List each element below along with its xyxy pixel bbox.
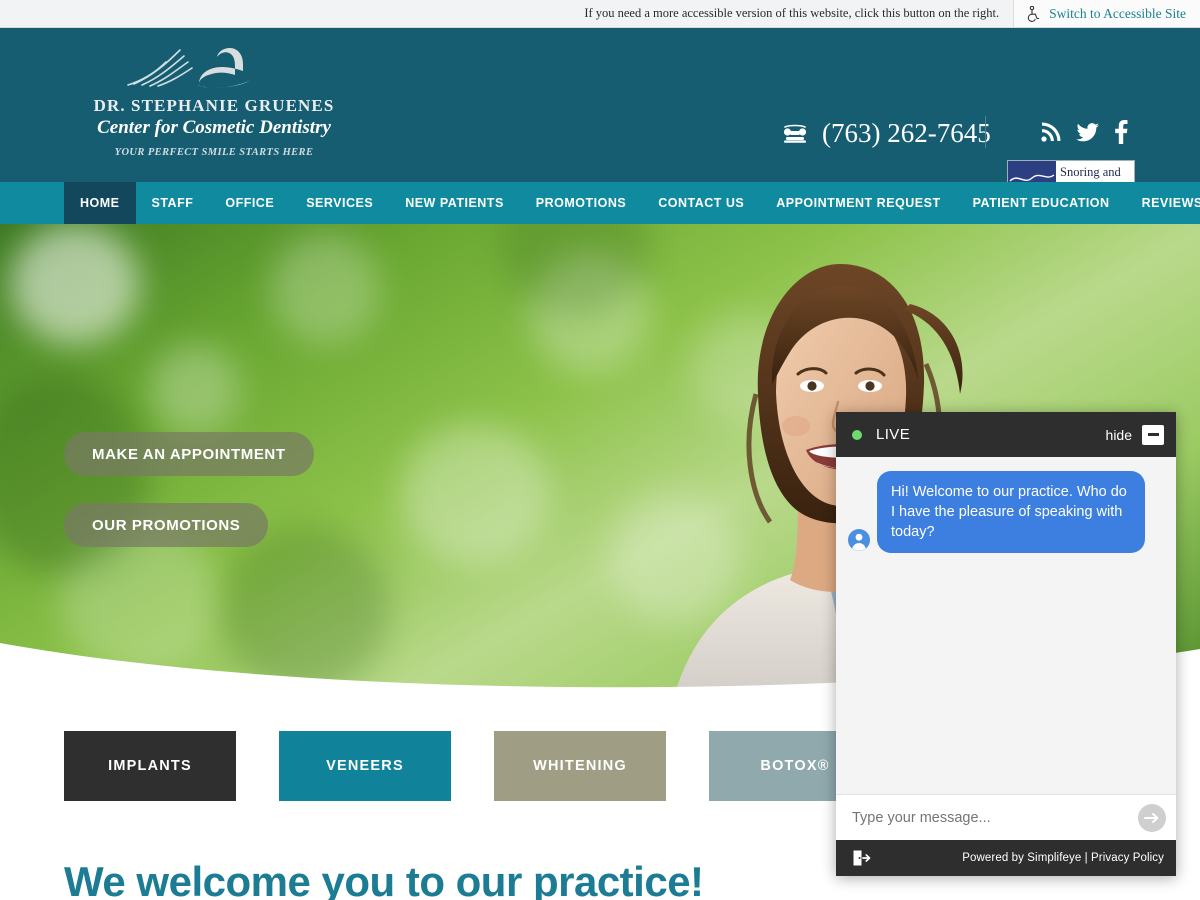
chat-message-input[interactable] (852, 809, 1138, 826)
make-an-appointment-button[interactable]: MAKE AN APPOINTMENT (64, 432, 314, 476)
wheelchair-icon (1027, 5, 1040, 22)
chat-message: Hi! Welcome to our practice. Who do I ha… (848, 471, 1162, 553)
chat-send-button[interactable] (1138, 803, 1166, 832)
nav-item-promotions[interactable]: PROMOTIONS (520, 182, 642, 224)
rss-icon[interactable] (1040, 121, 1062, 143)
nav-item-patient-education[interactable]: PATIENT EDUCATION (957, 182, 1126, 224)
chat-minimize-button[interactable] (1142, 424, 1164, 445)
service-tiles: IMPLANTS VENEERS WHITENING BOTOX® (64, 731, 881, 801)
our-promotions-button[interactable]: OUR PROMOTIONS (64, 503, 269, 547)
chat-footer-credit[interactable]: Powered by Simplifeye | Privacy Policy (962, 852, 1164, 864)
service-tile-whitening[interactable]: WHITENING (494, 731, 666, 801)
chat-footer: Powered by Simplifeye | Privacy Policy (836, 840, 1176, 876)
service-tile-veneers[interactable]: VENEERS (279, 731, 451, 801)
chat-status-dot (852, 429, 862, 440)
nav-item-staff[interactable]: STAFF (136, 182, 210, 224)
main-navigation: HOME STAFF OFFICE SERVICES NEW PATIENTS PROMO… (0, 182, 1200, 224)
telephone-icon (783, 124, 807, 143)
sleep-badge-line1: Snoring and (1060, 165, 1121, 179)
header-phone[interactable]: (763) 262-7645 (782, 118, 991, 149)
logo-tagline: YOUR PERFECT SMILE STARTS HERE (114, 147, 314, 158)
live-chat-widget: LIVE hide Hi! Welcome to our practice. W… (836, 412, 1176, 876)
swan-logo-icon (127, 48, 252, 88)
nav-item-new-patients[interactable]: NEW PATIENTS (389, 182, 520, 224)
page-title: We welcome you to our practice! (64, 858, 704, 900)
phone-number: (763) 262-7645 (822, 118, 991, 148)
user-avatar-icon (848, 529, 870, 551)
chat-status-label: LIVE (876, 426, 911, 443)
twitter-icon[interactable] (1076, 122, 1100, 143)
send-arrow-icon (1144, 812, 1159, 823)
header-divider (985, 116, 986, 148)
hero-cta-buttons: MAKE AN APPOINTMENT OUR PROMOTIONS (64, 432, 314, 574)
accessibility-bar: If you need a more accessible version of… (0, 0, 1200, 28)
page-root: If you need a more accessible version of… (0, 0, 1200, 900)
facebook-icon[interactable] (1114, 120, 1128, 144)
nav-item-appointment-request[interactable]: APPOINTMENT REQUEST (760, 182, 956, 224)
site-logo[interactable]: DR. STEPHANIE GRUENES Center for Cosmeti… (64, 42, 364, 158)
site-header: DR. STEPHANIE GRUENES Center for Cosmeti… (0, 28, 1200, 200)
exit-door-icon (853, 850, 871, 866)
nav-item-services[interactable]: SERVICES (290, 182, 389, 224)
chat-hide-button[interactable]: hide (1106, 427, 1132, 443)
logo-doctor-name: DR. STEPHANIE GRUENES (93, 96, 335, 115)
service-tile-implants[interactable]: IMPLANTS (64, 731, 236, 801)
logo-practice-name: Center for Cosmetic Dentistry (97, 117, 331, 138)
chat-input-row (836, 794, 1176, 840)
switch-to-accessible-site-label: Switch to Accessible Site (1049, 5, 1186, 21)
accessibility-message: If you need a more accessible version of… (584, 6, 1000, 20)
nav-item-home[interactable]: HOME (64, 182, 136, 224)
social-links (1040, 120, 1128, 144)
nav-item-contact-us[interactable]: CONTACT US (642, 182, 760, 224)
minimize-icon (1147, 433, 1159, 436)
chat-agent-bubble: Hi! Welcome to our practice. Who do I ha… (877, 471, 1145, 553)
nav-item-office[interactable]: OFFICE (209, 182, 290, 224)
nav-item-reviews[interactable]: REVIEWS (1126, 182, 1200, 224)
chat-header: LIVE hide (836, 412, 1176, 457)
chat-exit-button[interactable] (850, 847, 962, 869)
chat-message-list: Hi! Welcome to our practice. Who do I ha… (836, 457, 1176, 794)
switch-to-accessible-site-button[interactable]: Switch to Accessible Site (1013, 0, 1200, 27)
